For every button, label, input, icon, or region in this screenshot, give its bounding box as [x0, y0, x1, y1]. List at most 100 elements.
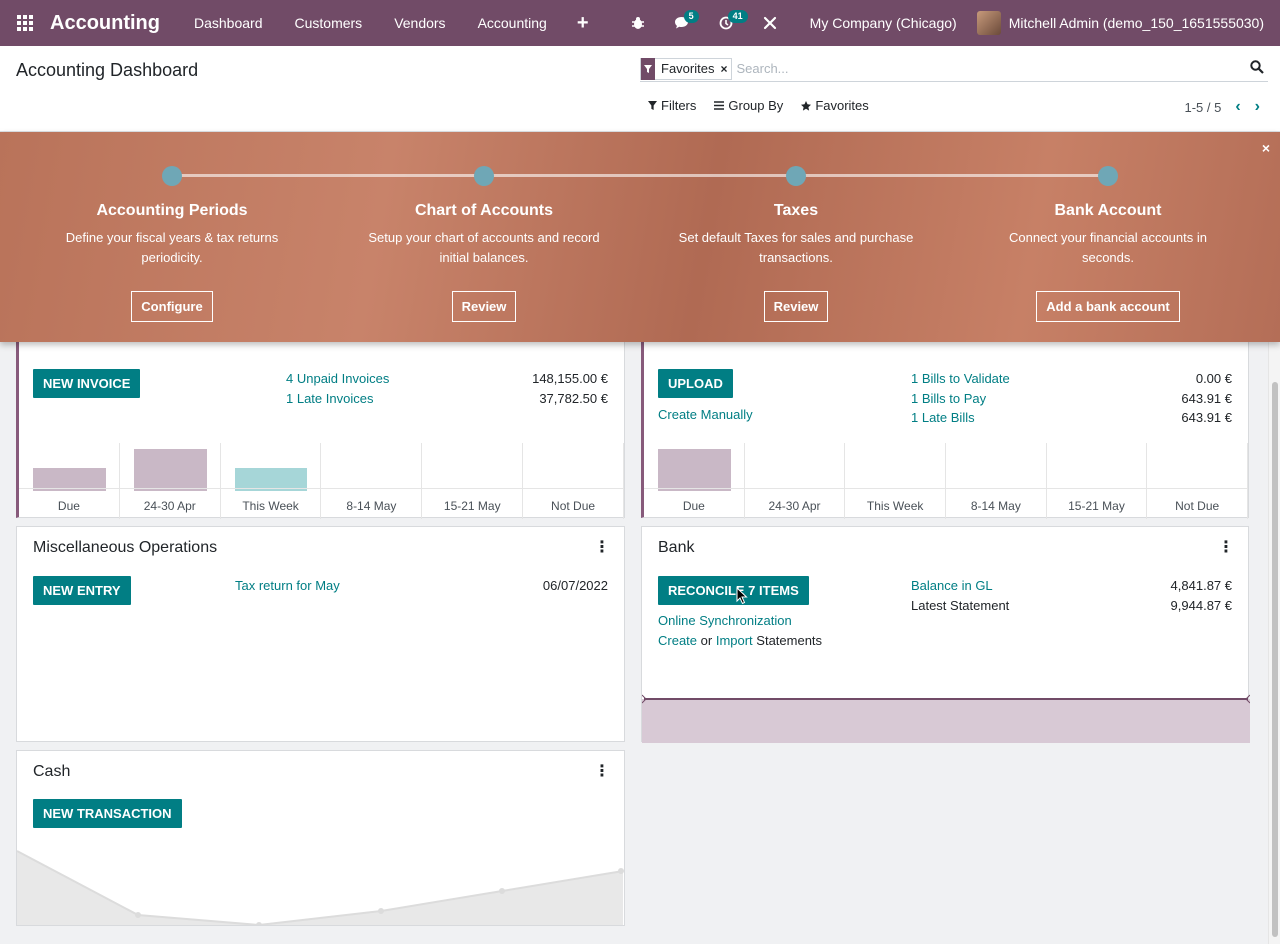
star-icon	[801, 100, 812, 111]
card-menu-button[interactable]: ⋮	[594, 761, 610, 781]
latest-statement-label: Latest Statement	[911, 598, 1010, 613]
chart-column[interactable]: Due	[644, 443, 745, 519]
chart-bar[interactable]	[658, 449, 731, 491]
chart-tick-label: Not Due	[551, 499, 596, 513]
messages-badge: 5	[683, 10, 699, 23]
unpaid-invoices-amount: 148,155.00 €	[532, 371, 608, 386]
import-statement-link[interactable]: Import	[716, 633, 753, 648]
facet-remove-button[interactable]: ×	[720, 62, 731, 76]
card-title[interactable]: Bank	[658, 539, 694, 557]
bills-to-pay-link[interactable]: 1 Bills to Pay	[911, 391, 986, 406]
cash-balance-graph[interactable]	[17, 843, 624, 925]
menu-vendors[interactable]: Vendors	[378, 0, 461, 46]
chart-bar[interactable]	[133, 449, 207, 491]
customer-invoices-chart[interactable]: Due 24-30 Apr This Week 8-14 May 15-21 May No…	[19, 443, 624, 519]
chart-column[interactable]: 8-14 May	[946, 443, 1047, 519]
graph-point	[378, 908, 384, 914]
onboarding-step-chart-of-accounts: Chart of Accounts Setup your chart of ac…	[354, 166, 614, 322]
vendor-bills-chart[interactable]: Due 24-30 Apr This Week 8-14 May 15-21 May No…	[644, 443, 1248, 519]
messages-button[interactable]: 5	[660, 0, 704, 46]
bank-links: Online Synchronization Create or Import …	[658, 611, 822, 650]
late-invoices-link[interactable]: 1 Late Invoices	[286, 391, 373, 406]
chart-column[interactable]: 15-21 May	[422, 443, 524, 519]
review-taxes-button[interactable]: Review	[763, 291, 829, 322]
or-text: or	[697, 632, 716, 648]
apps-grid-icon	[17, 15, 33, 31]
chart-tick-label: 15-21 May	[1068, 499, 1125, 513]
filters-dropdown[interactable]: Filters	[648, 98, 696, 113]
chart-column[interactable]: This Week	[845, 443, 946, 519]
banner-close-button[interactable]: ×	[1262, 140, 1270, 156]
tax-return-link[interactable]: Tax return for May	[235, 578, 340, 593]
configure-periods-button[interactable]: Configure	[131, 291, 213, 322]
step-title: Chart of Accounts	[414, 202, 554, 219]
favorites-dropdown[interactable]: Favorites	[801, 98, 869, 113]
app-brand[interactable]: Accounting	[50, 12, 160, 35]
online-sync-link[interactable]: Online Synchronization	[658, 611, 822, 631]
create-import-row: Create or Import Statements	[658, 631, 822, 651]
avatar	[976, 11, 1001, 35]
pager-next-button[interactable]: ›	[1255, 98, 1260, 116]
unpaid-invoices-link[interactable]: 4 Unpaid Invoices	[286, 371, 389, 386]
bills-to-pay-amount: 643.91 €	[1181, 391, 1232, 406]
chart-column[interactable]: 15-21 May	[1047, 443, 1148, 519]
graph-point	[499, 888, 505, 894]
step-description: Set default Taxes for sales and purchase…	[678, 230, 914, 265]
menu-customers[interactable]: Customers	[279, 0, 379, 46]
onboarding-banner: × Accounting Periods Define your fiscal …	[0, 132, 1280, 342]
chart-column[interactable]: 24-30 Apr	[745, 443, 846, 519]
latest-statement-amount: 9,944.87 €	[1170, 598, 1232, 613]
add-menu-button[interactable]: +	[563, 12, 603, 35]
new-entry-button[interactable]: New Entry	[33, 576, 131, 605]
pager-previous-button[interactable]: ‹	[1235, 98, 1240, 116]
chart-tick-label: This Week	[242, 499, 299, 513]
chart-column[interactable]: 8-14 May	[322, 443, 423, 519]
card-title[interactable]: Miscellaneous Operations	[33, 539, 217, 557]
card-menu-button[interactable]: ⋮	[594, 537, 610, 557]
create-manually-link[interactable]: Create Manually	[658, 407, 753, 422]
pager-value[interactable]: 1-5 / 5	[1184, 100, 1221, 115]
control-panel: Accounting Dashboard Favorites × Filters…	[0, 46, 1280, 132]
late-bills-link[interactable]: 1 Late Bills	[911, 410, 975, 425]
menu-accounting[interactable]: Accounting	[462, 0, 563, 46]
new-transaction-button[interactable]: New Transaction	[33, 799, 182, 828]
debug-button[interactable]	[616, 0, 660, 46]
balance-gl-link[interactable]: Balance in GL	[911, 578, 993, 593]
page-title: Accounting Dashboard	[16, 60, 199, 80]
chart-column[interactable]: This Week	[221, 443, 322, 519]
chart-tick-label: Due	[682, 499, 705, 513]
search-input[interactable]	[736, 61, 1217, 76]
groupby-dropdown[interactable]: Group By	[714, 98, 783, 113]
step-dot	[786, 166, 806, 186]
company-switcher[interactable]: My Company (Chicago)	[792, 15, 977, 31]
top-navbar: Accounting Dashboard Customers Vendors A…	[0, 0, 1280, 46]
menu-dashboard[interactable]: Dashboard	[178, 0, 279, 46]
bills-to-validate-link[interactable]: 1 Bills to Validate	[911, 371, 1010, 386]
review-chart-button[interactable]: Review	[451, 291, 517, 322]
bank-card: Bank ⋮ Reconcile 7 Items Online Synchron…	[641, 526, 1250, 743]
chart-column[interactable]: Due	[19, 443, 120, 519]
onboarding-step-taxes: Taxes Set default Taxes for sales and pu…	[666, 166, 926, 322]
mouse-cursor-icon	[736, 587, 748, 605]
apps-menu-button[interactable]	[0, 0, 50, 46]
groupby-label: Group By	[728, 98, 784, 113]
reconcile-button[interactable]: Reconcile 7 Items	[658, 576, 809, 605]
chart-column[interactable]: Not Due	[523, 443, 624, 519]
chart-column[interactable]: Not Due	[1147, 443, 1248, 519]
late-bills-amount: 643.91 €	[1181, 410, 1232, 425]
chart-column[interactable]: 24-30 Apr	[120, 443, 221, 519]
user-menu[interactable]: Mitchell Admin (demo_150_1651555030)	[976, 11, 1280, 35]
chart-axis	[19, 488, 624, 489]
add-bank-account-button[interactable]: Add a bank account	[1036, 291, 1180, 322]
search-icon[interactable]	[1250, 60, 1264, 77]
card-title[interactable]: Cash	[33, 763, 70, 781]
settings-tools-button[interactable]	[748, 0, 792, 46]
new-invoice-button[interactable]: New Invoice	[33, 369, 141, 398]
card-menu-button[interactable]: ⋮	[1218, 537, 1234, 557]
bank-balance-graph[interactable]	[642, 691, 1250, 743]
upload-button[interactable]: Upload	[658, 369, 733, 398]
activities-button[interactable]: 41	[704, 0, 748, 46]
scrollbar-thumb[interactable]	[1272, 382, 1278, 937]
create-statement-link[interactable]: Create	[658, 633, 697, 648]
graph-point	[135, 912, 141, 918]
